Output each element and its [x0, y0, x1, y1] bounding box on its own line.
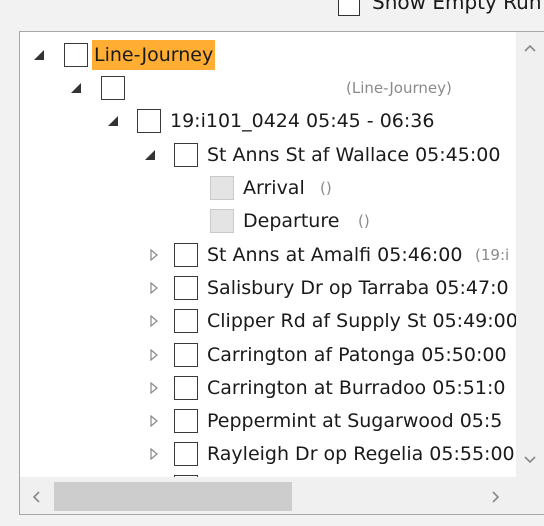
node-label: Carrington at Burradoo 05:51:0 — [207, 377, 506, 399]
node-checkbox[interactable] — [174, 276, 198, 300]
collapsed-arrow-icon[interactable] — [146, 273, 162, 303]
node-checkbox[interactable] — [174, 409, 198, 433]
show-empty-run-label: Show Empty Run — [372, 0, 542, 14]
node-label: Clipper Rd af Supply St 05:49:00 — [207, 310, 516, 332]
node-checkbox[interactable] — [64, 43, 88, 67]
node-checkbox[interactable] — [101, 76, 125, 100]
node-label: St Anns at Amalfi 05:46:00 — [207, 244, 463, 266]
vertical-scrollbar[interactable] — [516, 32, 544, 477]
node-label: Line-Journey — [92, 40, 216, 70]
expanded-arrow-icon[interactable] — [142, 140, 158, 170]
node-checkbox[interactable] — [174, 243, 198, 267]
node-label: Rayleigh Dr op Regelia 05:55:00 — [207, 443, 515, 465]
collapsed-arrow-icon[interactable] — [146, 406, 162, 436]
node-label: Departure — [243, 210, 340, 232]
collapsed-arrow-icon[interactable] — [146, 439, 162, 469]
node-label: Arrival — [243, 177, 305, 199]
collapsed-arrow-icon[interactable] — [146, 240, 162, 270]
node-label: Peppermint at Sugarwood 05:5 — [207, 410, 503, 432]
expanded-arrow-icon[interactable] — [31, 40, 47, 70]
node-checkbox[interactable] — [174, 376, 198, 400]
node-checkbox-disabled — [210, 209, 234, 233]
node-label: Salisbury Dr op Tarraba 05:47:0 — [207, 277, 509, 299]
scroll-left-icon[interactable] — [26, 487, 46, 507]
node-checkbox-disabled — [210, 176, 234, 200]
horizontal-scroll-thumb[interactable] — [54, 482, 292, 511]
scroll-up-icon[interactable] — [520, 38, 540, 58]
node-label: (Line-Journey) — [346, 79, 452, 97]
collapsed-arrow-icon[interactable] — [146, 306, 162, 336]
collapsed-arrow-icon[interactable] — [146, 340, 162, 370]
node-label: St Anns St af Wallace 05:45:00 — [207, 144, 501, 166]
scroll-down-icon[interactable] — [520, 450, 540, 470]
tree-viewport: Line-Journey (Line-Journey) 19:i101_0424… — [20, 32, 516, 477]
node-count: () — [358, 212, 370, 230]
node-suffix: (19:i — [475, 246, 510, 264]
scroll-right-icon[interactable] — [486, 487, 506, 507]
node-label: 19:i101_0424 05:45 - 06:36 — [170, 110, 435, 132]
tree-view[interactable]: Line-Journey (Line-Journey) 19:i101_0424… — [19, 31, 544, 515]
show-empty-run-checkbox[interactable] — [338, 0, 360, 16]
node-label: Carrington af Patonga 05:50:00 — [207, 344, 507, 366]
scrollbar-corner — [516, 477, 544, 514]
collapsed-arrow-icon[interactable] — [146, 373, 162, 403]
node-checkbox[interactable] — [174, 143, 198, 167]
expanded-arrow-icon[interactable] — [68, 73, 84, 103]
node-checkbox[interactable] — [174, 309, 198, 333]
node-checkbox[interactable] — [174, 343, 198, 367]
node-checkbox[interactable] — [137, 109, 161, 133]
expanded-arrow-icon[interactable] — [105, 106, 121, 136]
node-count: () — [320, 179, 332, 197]
node-checkbox[interactable] — [174, 442, 198, 466]
top-strip: Show Empty Run — [0, 0, 544, 30]
